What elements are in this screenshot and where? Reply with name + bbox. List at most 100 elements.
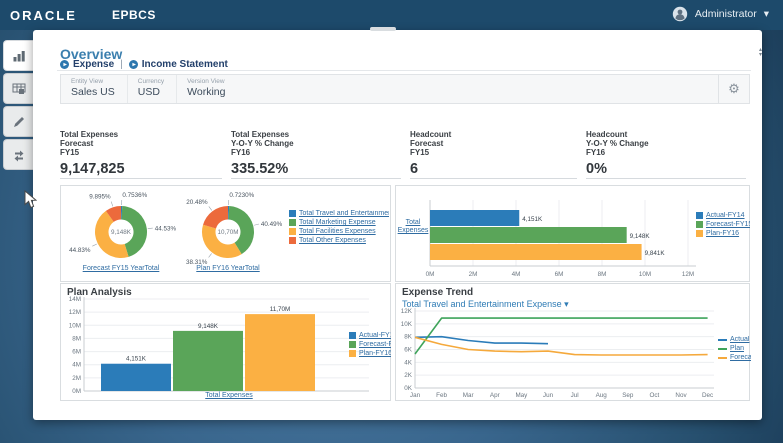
sidebar-tab-dashboard[interactable] <box>3 40 34 71</box>
scroll-spinner[interactable]: ▴▾ <box>759 48 762 58</box>
user-avatar-icon <box>672 6 688 22</box>
gear-icon: ⚙ <box>728 81 740 97</box>
svg-text:Jan: Jan <box>410 392 421 399</box>
legend-marker <box>696 230 703 237</box>
svg-text:0M: 0M <box>72 388 81 395</box>
legend-label: Total Travel and Entertainment Expense <box>299 210 389 217</box>
svg-text:Aug: Aug <box>596 392 608 399</box>
pov-version[interactable]: Version View Working <box>177 75 237 103</box>
svg-text:40.49%: 40.49% <box>261 221 283 228</box>
caret-down-icon: ▾ <box>764 8 769 20</box>
tab-income-statement[interactable]: Income Statement <box>129 59 228 70</box>
donut2-title-link[interactable]: Plan FY16 YearTotal <box>178 265 278 272</box>
legend-marker <box>718 348 727 350</box>
legend-label: Total Other Expenses <box>299 237 366 244</box>
expense-breakdown-box: 0.7536%44.53%44.83%9.895%9,148K0.7230%40… <box>60 185 391 282</box>
legend-item[interactable]: Total Other Expenses <box>289 237 389 244</box>
user-menu[interactable]: Administrator ▾ <box>672 6 769 22</box>
tabs-divider <box>57 70 751 71</box>
kpi-value: 335.52% <box>231 161 401 177</box>
caret-down-icon: ▾ <box>564 299 569 309</box>
legend-item[interactable]: Actual-FY14 <box>349 332 391 339</box>
svg-text:12M: 12M <box>682 271 694 278</box>
svg-text:4K: 4K <box>404 359 413 366</box>
mouse-cursor <box>24 190 37 209</box>
legend-item[interactable]: Forecast <box>718 354 751 361</box>
svg-text:44.83%: 44.83% <box>69 247 91 254</box>
legend-label: Plan <box>730 345 744 352</box>
expense-tab-icon <box>60 60 69 69</box>
svg-text:Nov: Nov <box>675 392 687 399</box>
legend-marker <box>289 237 296 244</box>
forms-grid-icon <box>12 82 26 96</box>
kpi-period: FY16 <box>231 148 401 157</box>
trend-legend: Actual Plan Forecast <box>718 336 751 363</box>
legend-item[interactable]: Forecast-FY15 <box>696 221 750 228</box>
svg-text:20.48%: 20.48% <box>186 199 208 206</box>
legend-marker <box>289 210 296 217</box>
legend-item[interactable]: Plan-FY16 <box>696 230 750 237</box>
legend-item[interactable]: Actual-FY14 <box>696 212 750 219</box>
kpi-value: 6 <box>410 161 577 177</box>
legend-item[interactable]: Total Facilities Expenses <box>289 228 389 235</box>
legend-item[interactable]: Total Marketing Expense <box>289 219 389 226</box>
kpi-measure: Forecast <box>60 139 222 148</box>
sidebar-tab-actions[interactable] <box>3 139 34 170</box>
svg-text:10M: 10M <box>69 322 81 329</box>
pov-version-value[interactable]: Working <box>187 86 225 98</box>
tab-expense[interactable]: Expense <box>60 59 114 70</box>
svg-text:9.895%: 9.895% <box>89 194 111 201</box>
pov-currency-label: Currency <box>138 78 164 85</box>
legend-label: Actual-FY14 <box>359 332 391 339</box>
desktop-background: ORACLE EPBCS Administrator ▾ <box>0 0 783 443</box>
legend-item[interactable]: Total Travel and Entertainment Expense <box>289 210 389 217</box>
tab-income-statement-label: Income Statement <box>142 59 228 70</box>
kpi-period: FY16 <box>586 148 746 157</box>
pov-version-label: Version View <box>187 78 225 85</box>
svg-text:Apr: Apr <box>490 392 500 399</box>
legend-item[interactable]: Actual <box>718 336 751 343</box>
legend-marker <box>696 221 703 228</box>
pov-settings-button[interactable]: ⚙ <box>718 75 749 103</box>
legend-label: Forecast <box>730 354 751 361</box>
user-name: Administrator <box>695 8 757 20</box>
vbar-chart: 0M2M4M6M8M10M12M14M4,151K9,148K11,70M <box>61 284 390 400</box>
pov-currency-value[interactable]: USD <box>138 86 164 98</box>
oracle-logo: ORACLE <box>10 8 77 23</box>
bar-chart-icon <box>12 49 26 63</box>
svg-text:6K: 6K <box>404 347 413 354</box>
pov-entity-value[interactable]: Sales US <box>71 86 115 98</box>
donut1-title-link[interactable]: Forecast FY15 YearTotal <box>71 265 171 272</box>
svg-text:10,70M: 10,70M <box>217 229 238 236</box>
app-title: EPBCS <box>112 8 156 22</box>
kpi-title: Total Expenses <box>231 130 401 139</box>
brush-icon <box>12 115 26 129</box>
legend-marker <box>718 357 727 359</box>
sidebar-tab-annotate[interactable] <box>3 106 34 137</box>
legend-item[interactable]: Plan <box>718 345 751 352</box>
trend-metric-dropdown[interactable]: Total Travel and Entertainment Expense ▾ <box>402 299 569 310</box>
svg-text:Mar: Mar <box>463 392 474 399</box>
svg-text:11,70M: 11,70M <box>270 306 291 313</box>
svg-text:9,148K: 9,148K <box>198 323 219 330</box>
svg-text:4,151K: 4,151K <box>522 216 543 223</box>
kpi-period: FY15 <box>410 148 577 157</box>
kpi-measure: Forecast <box>410 139 577 148</box>
legend-label: Plan-FY16 <box>706 230 739 237</box>
vbar-legend: Actual-FY14 Forecast-FY15 Plan-FY16 <box>349 332 391 359</box>
pov-entity[interactable]: Entity View Sales US <box>61 75 128 103</box>
svg-text:Jun: Jun <box>543 392 554 399</box>
swap-arrows-icon <box>12 148 26 162</box>
pov-currency[interactable]: Currency USD <box>128 75 177 103</box>
sidebar-tab-forms[interactable] <box>3 73 34 104</box>
legend-item[interactable]: Forecast-FY15 <box>349 341 391 348</box>
svg-text:6M: 6M <box>72 349 81 356</box>
pov-entity-label: Entity View <box>71 78 115 85</box>
vbar-category-link[interactable]: Total Expenses <box>179 392 279 399</box>
legend-item[interactable]: Plan-FY16 <box>349 350 391 357</box>
expense-trend-box: 0K2K4K6K8K10K12KJanFebMarAprMayJunJulAug… <box>395 283 750 401</box>
app-header: ORACLE EPBCS Administrator ▾ <box>0 0 783 30</box>
kpi-value: 0% <box>586 161 746 177</box>
kpi-title: Headcount <box>586 130 746 139</box>
svg-text:2M: 2M <box>469 271 478 278</box>
